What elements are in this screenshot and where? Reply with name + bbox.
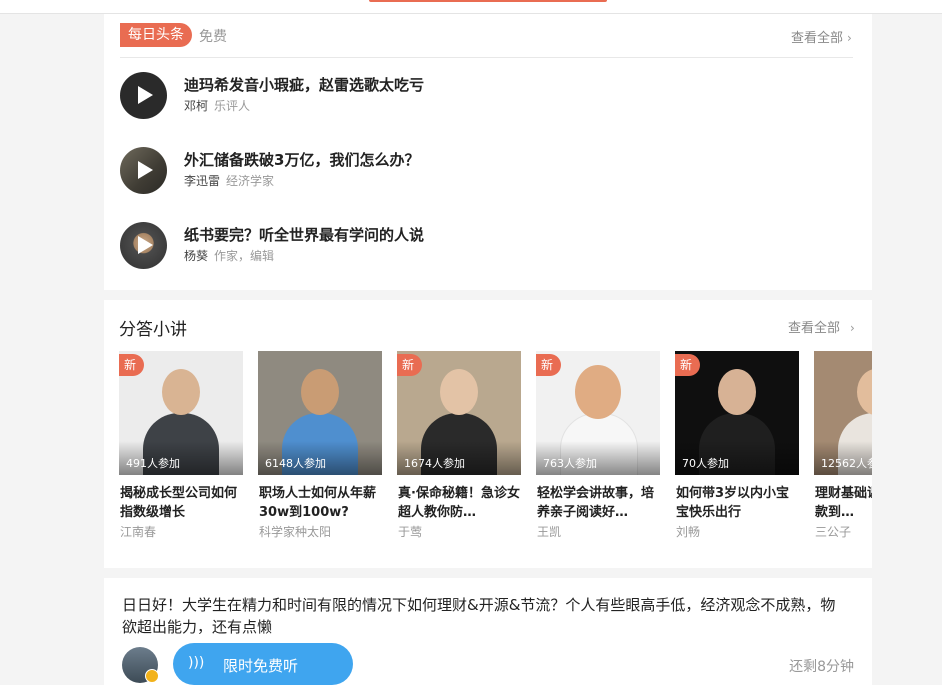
divider: [120, 57, 853, 58]
course-thumbnail: 新 491人参加: [119, 351, 243, 475]
chevron-right-icon: ›: [847, 31, 852, 45]
see-all-label: 查看全部: [791, 31, 844, 46]
participant-count: 6148人参加: [265, 457, 326, 470]
course-title[interactable]: 理财基础课：从0存款到…: [815, 484, 872, 522]
author-role: 作家，编辑: [214, 249, 275, 263]
course-title[interactable]: 揭秘成长型公司如何指数级增长: [120, 484, 243, 522]
course-title[interactable]: 职场人士如何从年薪30w到100w?: [259, 484, 382, 522]
headline-author: 杨葵 作家，编辑: [184, 247, 274, 264]
play-icon: [138, 236, 153, 254]
participant-count: 491人参加: [126, 457, 180, 470]
time-remaining: 还剩8分钟: [789, 659, 854, 675]
course-thumbnail: 6148人参加: [258, 351, 382, 475]
participant-count: 763人参加: [543, 457, 597, 470]
play-button[interactable]: [120, 147, 167, 194]
course-thumbnail: 12562人参加: [814, 351, 872, 475]
question-card: 日日好！大学生在精力和时间有限的情况下如何理财&开源&节流？个人有些眼高手低，经…: [104, 578, 872, 685]
daily-headlines-card: 每日头条 免费 查看全部 › 迪玛希发音小瑕疵，赵雷选歌太吃亏 邓柯 乐评人 外汇储…: [104, 14, 872, 290]
lectures-see-all-link[interactable]: 查看全部 ›: [788, 317, 855, 336]
headline-item[interactable]: 迪玛希发音小瑕疵，赵雷选歌太吃亏 邓柯 乐评人: [120, 72, 820, 122]
author-role: 经济学家: [226, 174, 275, 188]
course-title[interactable]: 如何带3岁以内小宝宝快乐出行: [676, 484, 799, 522]
verified-badge-icon: [145, 669, 159, 683]
active-tab-indicator: [369, 0, 607, 2]
section-title: 分答小讲: [119, 320, 187, 340]
daily-headlines-tag: 每日头条: [120, 23, 192, 47]
course-title[interactable]: 轻松学会讲故事，培养亲子阅读好…: [537, 484, 660, 522]
course-card[interactable]: 6148人参加 职场人士如何从年薪30w到100w? 科学家种太阳: [258, 351, 382, 551]
new-badge: 新: [675, 354, 701, 376]
course-thumbnail: 新 1674人参加: [397, 351, 521, 475]
chevron-right-icon: ›: [850, 321, 855, 335]
author-role: 乐评人: [214, 99, 251, 113]
author-name: 邓柯: [184, 99, 209, 113]
headline-author: 邓柯 乐评人: [184, 97, 250, 114]
participant-count: 1674人参加: [404, 457, 465, 470]
free-label: 免费: [199, 29, 227, 45]
new-badge: 新: [536, 354, 562, 376]
new-badge: 新: [397, 354, 423, 376]
play-icon: [138, 161, 153, 179]
play-button[interactable]: [120, 72, 167, 119]
free-listen-button[interactable]: ))) 限时免费听: [173, 643, 353, 685]
headline-item[interactable]: 纸书要完？听全世界最有学问的人说 杨葵 作家，编辑: [120, 222, 820, 272]
course-author: 三公子: [815, 525, 852, 539]
course-author: 科学家种太阳: [259, 525, 332, 539]
lectures-card: 分答小讲 查看全部 › 新 491人参加 揭秘成长型公司如何指数级增长 江南春 6…: [104, 300, 872, 568]
course-card[interactable]: 12562人参加 理财基础课：从0存款到… 三公子: [814, 351, 872, 551]
course-title[interactable]: 真·保命秘籍！急诊女超人教你防…: [398, 484, 521, 522]
headline-item[interactable]: 外汇储备跌破3万亿，我们怎么办？ 李迅雷 经济学家: [120, 147, 820, 197]
play-button[interactable]: [120, 222, 167, 269]
author-name: 杨葵: [184, 249, 209, 263]
free-listen-label: 限时免费听: [223, 657, 299, 675]
course-card[interactable]: 新 1674人参加 真·保命秘籍！急诊女超人教你防… 于莺: [397, 351, 521, 551]
new-badge: 新: [119, 354, 145, 376]
audio-wave-icon: ))): [188, 655, 205, 671]
headline-title[interactable]: 纸书要完？听全世界最有学问的人说: [184, 224, 424, 245]
play-icon: [138, 86, 153, 104]
see-all-label: 查看全部: [788, 321, 841, 336]
course-author: 王凯: [537, 525, 562, 539]
headline-author: 李迅雷 经济学家: [184, 172, 274, 189]
course-thumbnail: 新 763人参加: [536, 351, 660, 475]
course-thumbnail: 新 70人参加: [675, 351, 799, 475]
course-card[interactable]: 新 70人参加 如何带3岁以内小宝宝快乐出行 刘畅: [675, 351, 799, 551]
course-card[interactable]: 新 491人参加 揭秘成长型公司如何指数级增长 江南春: [119, 351, 243, 551]
participant-count: 12562人参加: [821, 457, 872, 470]
avatar[interactable]: [122, 647, 159, 683]
headline-title[interactable]: 外汇储备跌破3万亿，我们怎么办？: [184, 149, 419, 170]
author-name: 李迅雷: [184, 174, 221, 188]
headline-title[interactable]: 迪玛希发音小瑕疵，赵雷选歌太吃亏: [184, 74, 424, 95]
course-author: 江南春: [120, 525, 157, 539]
course-card[interactable]: 新 763人参加 轻松学会讲故事，培养亲子阅读好… 王凯: [536, 351, 660, 551]
headlines-see-all-link[interactable]: 查看全部 ›: [791, 27, 852, 46]
course-author: 刘畅: [676, 525, 701, 539]
course-author: 于莺: [398, 525, 423, 539]
top-bar: [0, 0, 942, 14]
participant-count: 70人参加: [682, 457, 729, 470]
question-text[interactable]: 日日好！大学生在精力和时间有限的情况下如何理财&开源&节流？个人有些眼高手低，经…: [122, 594, 842, 638]
